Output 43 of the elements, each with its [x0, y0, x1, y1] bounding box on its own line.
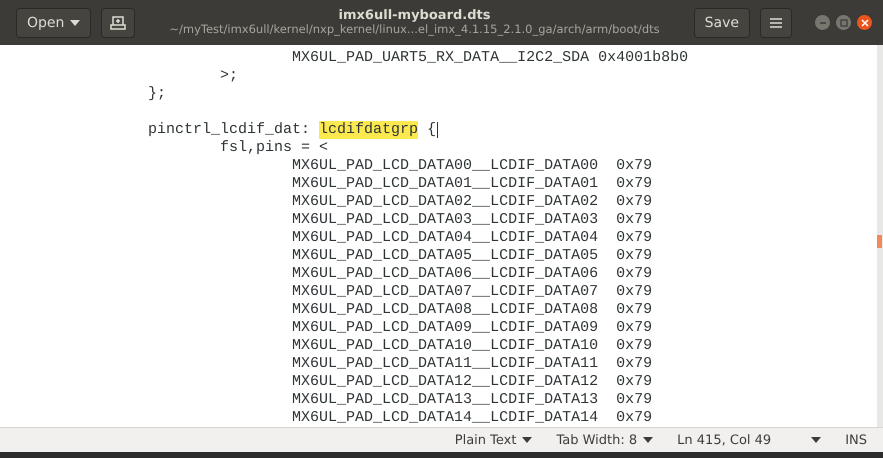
minimize-button[interactable]: [814, 14, 831, 31]
code-text: MX6UL_PAD_LCD_DATA06__LCDIF_DATA06 0x79: [291, 265, 652, 283]
close-icon: [860, 18, 868, 26]
language-selector[interactable]: Plain Text: [454, 432, 532, 448]
scroll-marker: [877, 235, 882, 248]
caret-icon: [811, 437, 822, 443]
code-text: fsl,pins = <: [219, 139, 328, 157]
window-title: imx6ull-myboard.dts: [338, 8, 490, 24]
highlighted-text: lcdifdatgrp: [319, 121, 418, 139]
new-document-button[interactable]: [101, 8, 136, 38]
code-text: MX6UL_PAD_LCD_DATA13__LCDIF_DATA13 0x79: [291, 391, 652, 409]
code-text: MX6UL_PAD_LCD_DATA05__LCDIF_DATA05 0x79: [291, 247, 652, 265]
close-button[interactable]: [856, 14, 873, 31]
code-text: MX6UL_PAD_LCD_DATA02__LCDIF_DATA02 0x79: [291, 193, 652, 211]
open-button[interactable]: Open: [16, 8, 92, 38]
code-text: MX6UL_PAD_LCD_DATA04__LCDIF_DATA04 0x79: [291, 229, 652, 247]
code-text: {: [426, 121, 436, 139]
file-path: ~/myTest/imx6ull/kernel/nxp_kernel/linux...el_imx_4.1.15_2.1.0_ga/arch/arm/boot/dts: [169, 23, 660, 38]
new-tab-icon: [110, 14, 126, 30]
menu-button[interactable]: [760, 8, 792, 38]
code-text: };: [148, 85, 166, 103]
code-text: MX6UL_PAD_LCD_DATA11__LCDIF_DATA11 0x79: [291, 355, 652, 373]
insert-mode: INS: [845, 432, 867, 448]
code-text: >;: [219, 67, 238, 85]
code-text: MX6UL_PAD_LCD_DATA12__LCDIF_DATA12 0x79: [291, 373, 652, 391]
code-text: MX6UL_PAD_LCD_DATA10__LCDIF_DATA10 0x79: [291, 337, 652, 355]
code-text: MX6UL_PAD_LCD_DATA08__LCDIF_DATA08 0x79: [291, 301, 652, 319]
maximize-icon: [840, 18, 848, 26]
code-text: MX6UL_PAD_UART5_RX_DATA__I2C2_SDA 0x4001b8b0: [291, 49, 688, 67]
cursor-position-selector[interactable]: Ln 415, Col 49: [677, 432, 822, 448]
menu-icon: [770, 16, 782, 28]
caret-icon: [70, 20, 80, 26]
code-text: MX6UL_PAD_LCD_DATA00__LCDIF_DATA00 0x79: [291, 157, 652, 175]
code-text: MX6UL_PAD_LCD_DATA03__LCDIF_DATA03 0x79: [291, 211, 652, 229]
code-text: MX6UL_PAD_LCD_DATA14__LCDIF_DATA14 0x79: [291, 409, 652, 427]
tab-width-selector[interactable]: Tab Width: 8: [556, 432, 654, 448]
code-text: MX6UL_PAD_LCD_DATA07__LCDIF_DATA07 0x79: [291, 283, 652, 301]
code-text: pinctrl_lcdif_dat:: [148, 121, 312, 139]
caret-icon: [522, 437, 532, 443]
save-button[interactable]: Save: [694, 8, 750, 38]
caret-icon: [643, 437, 654, 443]
code-text: MX6UL_PAD_LCD_DATA09__LCDIF_DATA09 0x79: [291, 319, 652, 337]
code-text: MX6UL_PAD_LCD_DATA01__LCDIF_DATA01 0x79: [291, 175, 652, 193]
